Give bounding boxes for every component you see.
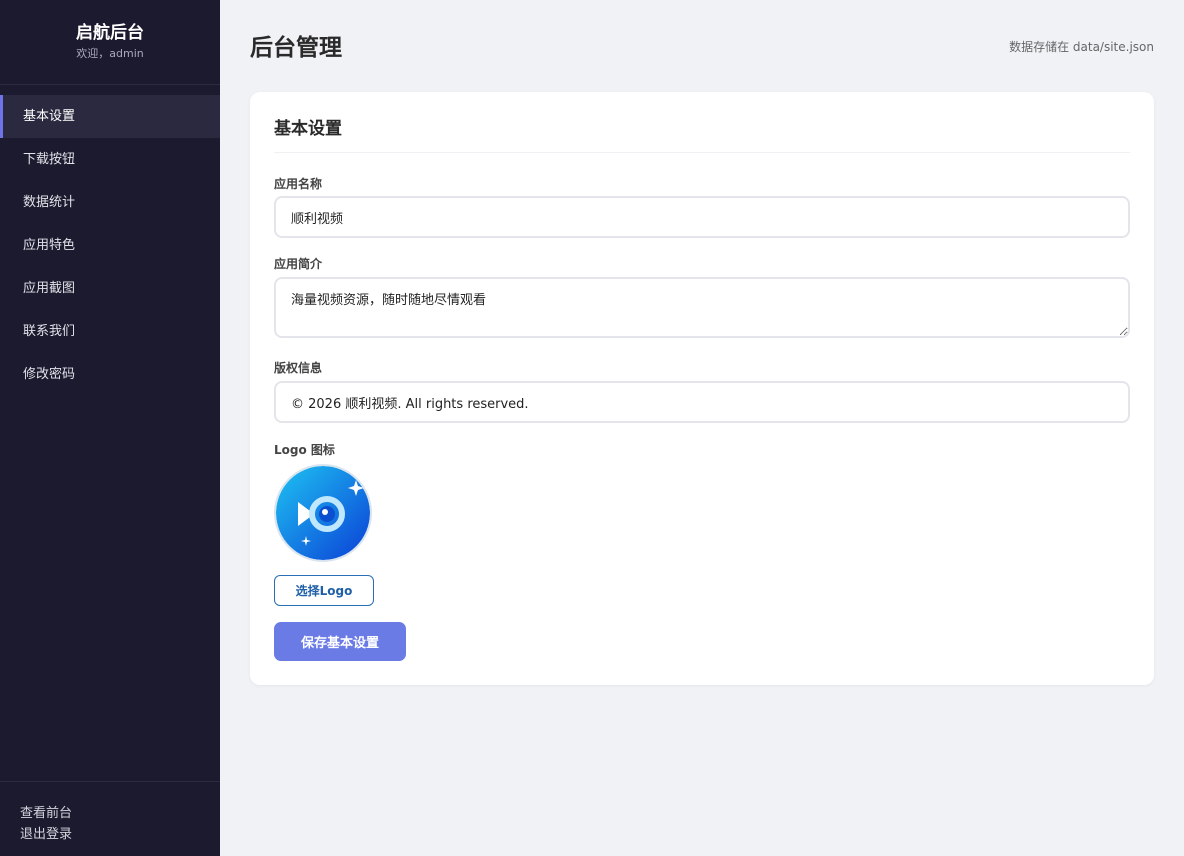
logout-link[interactable]: 退出登录	[20, 824, 220, 845]
storage-note: 数据存储在 data/site.json	[1009, 40, 1154, 54]
app-name-label: 应用名称	[274, 177, 323, 191]
page-title: 后台管理	[250, 35, 342, 61]
app-intro-textarea[interactable]: 海量视频资源，随时随地尽情观看	[274, 277, 1130, 338]
sidebar: 启航后台 欢迎，admin 基本设置 下载按钮 数据统计 应用特色 应用截图 联…	[0, 0, 220, 856]
sidebar-item-contact-us[interactable]: 联系我们	[0, 310, 220, 353]
card-title: 基本设置	[274, 118, 1130, 153]
logo-preview	[274, 464, 372, 562]
view-frontend-link[interactable]: 查看前台	[20, 803, 220, 824]
copyright-label: 版权信息	[274, 361, 323, 375]
sidebar-item-change-password[interactable]: 修改密码	[0, 353, 220, 396]
sidebar-nav: 基本设置 下载按钮 数据统计 应用特色 应用截图 联系我们 修改密码	[0, 95, 220, 396]
copyright-input[interactable]	[274, 381, 1130, 423]
save-basic-settings-button[interactable]: 保存基本设置	[274, 622, 406, 661]
sidebar-item-download-buttons[interactable]: 下载按钮	[0, 138, 220, 181]
welcome-text: 欢迎，admin	[76, 47, 144, 60]
sidebar-brand: 启航后台 欢迎，admin	[0, 0, 220, 85]
sidebar-footer: 查看前台 退出登录	[0, 781, 220, 856]
brand-title: 启航后台	[76, 23, 144, 43]
app-logo-icon	[276, 466, 370, 560]
sidebar-item-app-features[interactable]: 应用特色	[0, 224, 220, 267]
choose-logo-button[interactable]: 选择Logo	[274, 575, 374, 606]
sidebar-item-app-screenshots[interactable]: 应用截图	[0, 267, 220, 310]
sidebar-item-statistics[interactable]: 数据统计	[0, 181, 220, 224]
sidebar-item-basic-settings[interactable]: 基本设置	[0, 95, 220, 138]
logo-label: Logo 图标	[274, 443, 335, 457]
settings-card: 基本设置 应用名称 应用简介 海量视频资源，随时随地尽情观看 版权信息 Logo…	[250, 92, 1154, 685]
app-name-input[interactable]	[274, 196, 1130, 238]
app-intro-label: 应用简介	[274, 257, 323, 271]
main-content: 后台管理 数据存储在 data/site.json 基本设置 应用名称 应用简介…	[220, 0, 1184, 856]
